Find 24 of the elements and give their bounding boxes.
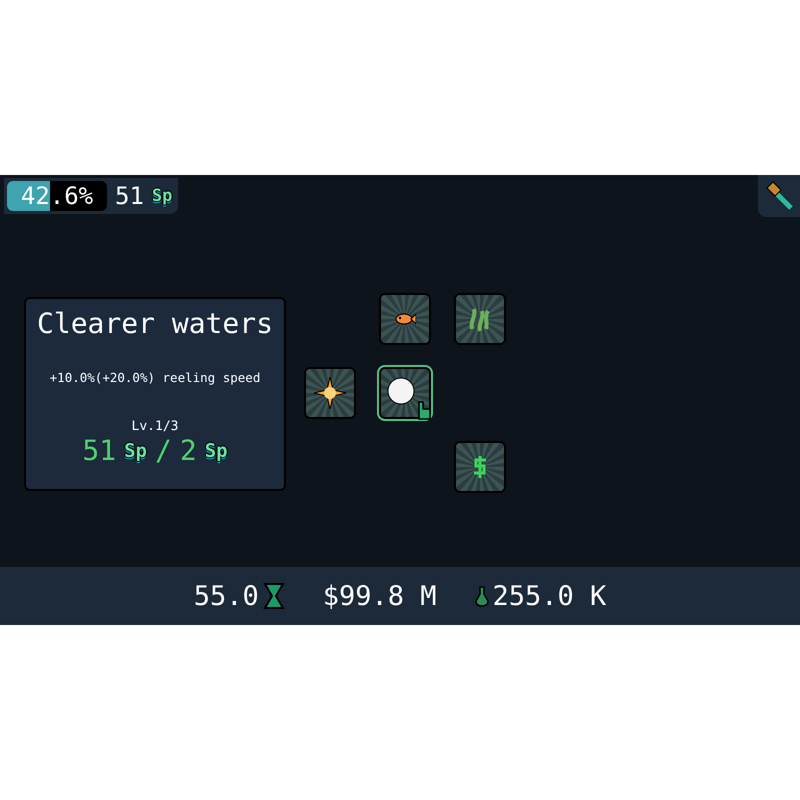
- wrench-button[interactable]: [758, 175, 800, 217]
- stat-value: $99.8 M: [322, 580, 437, 612]
- skill-level: Lv.1/3: [132, 419, 178, 434]
- sparkle-icon: [312, 375, 348, 411]
- cost-separator: /: [155, 434, 172, 467]
- flask-icon: [474, 585, 489, 607]
- skill-cost: 2: [180, 434, 197, 467]
- stat-value: 55.0: [194, 580, 259, 612]
- skill-points-have: 51: [82, 434, 116, 467]
- skill-node[interactable]: [379, 367, 431, 419]
- skill-point-symbol: Sp: [152, 186, 172, 206]
- skill-node[interactable]: [454, 293, 506, 345]
- fish-icon: [394, 312, 416, 326]
- stat-value: 255.0 K: [492, 580, 606, 612]
- skill-point-symbol: Sp: [204, 440, 228, 462]
- skill-node[interactable]: [379, 293, 431, 345]
- skill-point-symbol: Sp: [124, 440, 147, 462]
- hourglass-icon: [262, 582, 285, 610]
- skill-node[interactable]: [454, 441, 506, 493]
- skill-description: +10.0%(+20.0%) reeling speed: [50, 370, 260, 385]
- dollar-icon: [471, 454, 489, 480]
- skill-points-amount: 51: [115, 182, 144, 210]
- skill-node[interactable]: [304, 367, 356, 419]
- skill-title: Clearer waters: [36, 307, 273, 340]
